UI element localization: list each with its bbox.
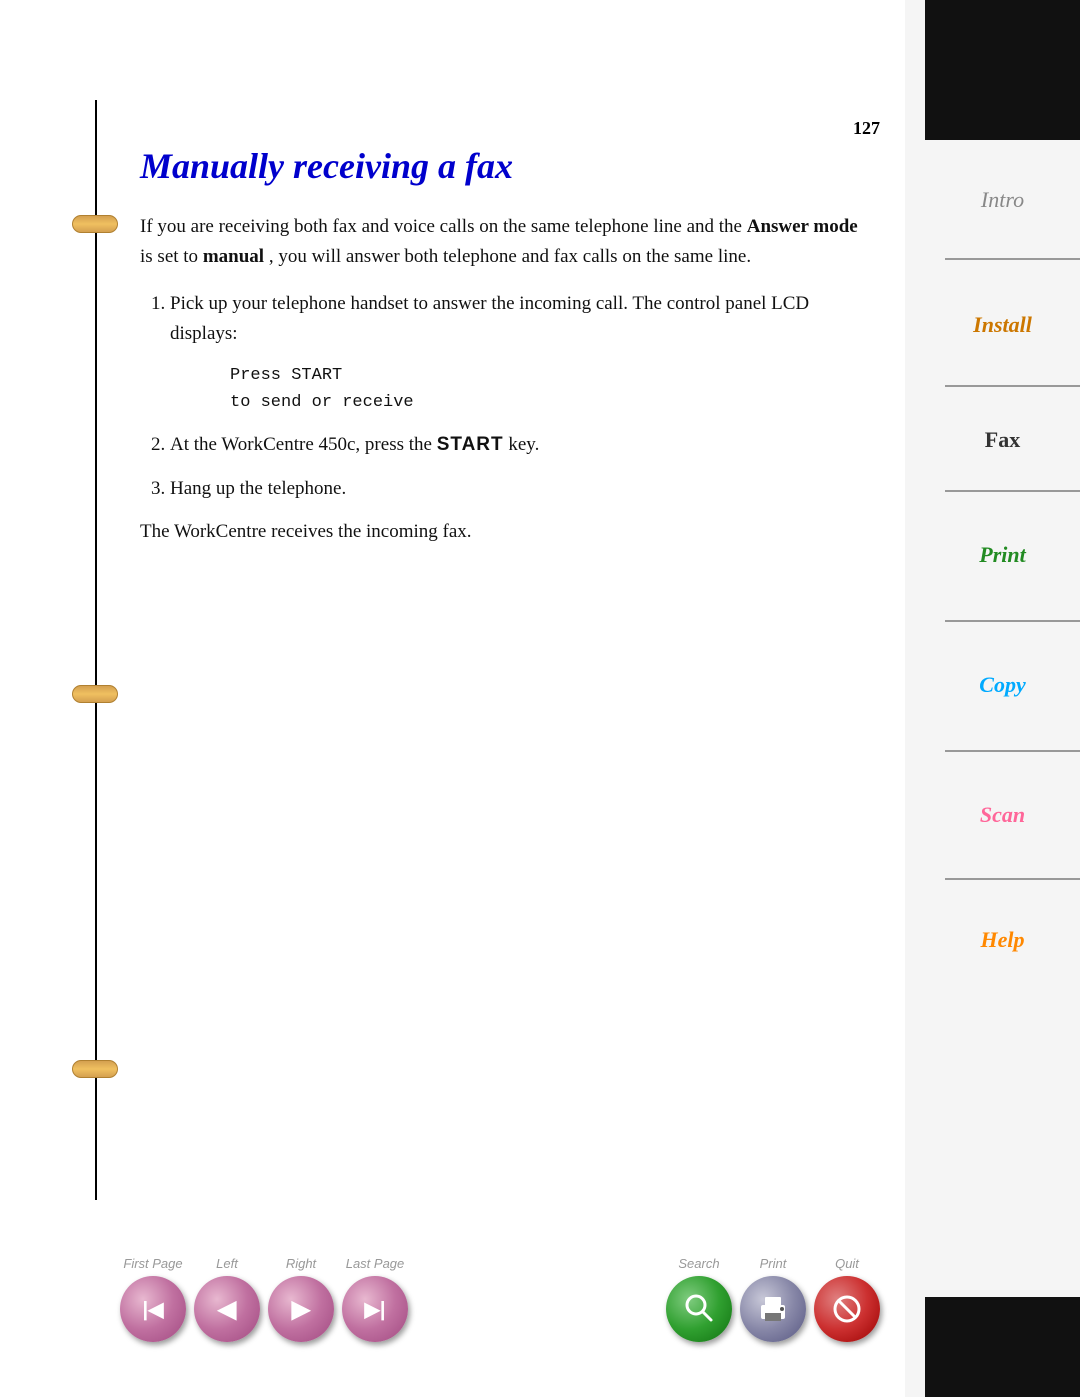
sidebar-item-print[interactable]: Print <box>925 510 1080 600</box>
closing-text: The WorkCentre receives the incoming fax… <box>140 521 472 542</box>
nav-bar: First Page |◀ Left ◀ Right ▶ Last Page ▶… <box>120 1256 880 1342</box>
left-label: Left <box>216 1256 238 1271</box>
intro-text-middle: is set to <box>140 246 203 267</box>
intro-paragraph: If you are receiving both fax and voice … <box>140 212 860 271</box>
binder-ring-2 <box>72 685 118 703</box>
tab-divider-5 <box>945 750 1080 752</box>
tab-divider-1 <box>945 258 1080 260</box>
sidebar-item-help[interactable]: Help <box>925 895 1080 985</box>
left-button[interactable]: ◀ <box>194 1276 260 1342</box>
left-nav: Left ◀ <box>194 1256 260 1342</box>
help-label: Help <box>981 927 1025 953</box>
scan-label: Scan <box>980 802 1025 828</box>
last-page-icon: ▶| <box>365 1297 386 1322</box>
answer-mode-bold: Answer mode <box>747 216 858 237</box>
print-nav: Print <box>740 1256 806 1342</box>
search-nav: Search <box>666 1256 732 1342</box>
quit-nav: Quit <box>814 1256 880 1342</box>
sidebar-item-copy[interactable]: Copy <box>925 640 1080 730</box>
manual-bold: manual <box>203 246 264 267</box>
search-icon <box>681 1291 717 1327</box>
sidebar-bottom-block <box>925 1297 1080 1397</box>
left-arrow-icon: ◀ <box>218 1295 236 1324</box>
copy-label: Copy <box>979 672 1025 698</box>
sidebar-item-fax[interactable]: Fax <box>925 405 1080 475</box>
sidebar-item-install[interactable]: Install <box>925 280 1080 370</box>
step-1: Pick up your telephone handset to answer… <box>170 289 860 416</box>
first-page-icon: |◀ <box>143 1297 164 1322</box>
quit-label: Quit <box>835 1256 859 1271</box>
right-nav: Right ▶ <box>268 1256 334 1342</box>
right-label: Right <box>286 1256 316 1271</box>
code-line-2: to send or receive <box>230 389 860 416</box>
main-content: Manually receiving a fax If you are rece… <box>120 145 880 547</box>
lcd-display: Press START to send or receive <box>230 362 860 416</box>
first-page-label: First Page <box>123 1256 182 1271</box>
tab-divider-6 <box>945 878 1080 880</box>
intro-text-start: If you are receiving both fax and voice … <box>140 216 742 237</box>
step-2: At the WorkCentre 450c, press the START … <box>170 430 860 459</box>
last-page-button[interactable]: ▶| <box>342 1276 408 1342</box>
first-page-nav: First Page |◀ <box>120 1256 186 1342</box>
tab-divider-4 <box>945 620 1080 622</box>
tab-divider-2 <box>945 385 1080 387</box>
page-title: Manually receiving a fax <box>140 145 860 188</box>
last-page-nav: Last Page ▶| <box>342 1256 408 1342</box>
step-1-text: Pick up your telephone handset to answer… <box>170 293 809 343</box>
binder-line <box>95 100 97 1200</box>
step-3-text: Hang up the telephone. <box>170 478 346 499</box>
print-icon <box>755 1291 791 1327</box>
steps-list: Pick up your telephone handset to answer… <box>170 289 860 503</box>
quit-button[interactable] <box>814 1276 880 1342</box>
last-page-label: Last Page <box>346 1256 405 1271</box>
intro-label: Intro <box>981 187 1024 213</box>
sidebar-item-intro[interactable]: Intro <box>925 155 1080 245</box>
install-label: Install <box>973 312 1032 338</box>
binder-ring-3 <box>72 1060 118 1078</box>
step-3: Hang up the telephone. <box>170 474 860 503</box>
closing-paragraph: The WorkCentre receives the incoming fax… <box>140 517 860 546</box>
print-button[interactable] <box>740 1276 806 1342</box>
fax-label: Fax <box>985 427 1020 453</box>
quit-icon <box>829 1291 865 1327</box>
page-number: 127 <box>853 118 880 139</box>
code-line-1: Press START <box>230 362 860 389</box>
search-label: Search <box>678 1256 719 1271</box>
sidebar: Intro Install Fax Print Copy Scan Help <box>905 0 1080 1397</box>
print-label: Print <box>979 542 1025 568</box>
binder-ring-1 <box>72 215 118 233</box>
sidebar-top-block <box>925 0 1080 140</box>
print-nav-label: Print <box>760 1256 787 1271</box>
right-arrow-icon: ▶ <box>292 1295 310 1324</box>
first-page-button[interactable]: |◀ <box>120 1276 186 1342</box>
tab-divider-3 <box>945 490 1080 492</box>
intro-text-end: , you will answer both telephone and fax… <box>269 246 751 267</box>
search-button[interactable] <box>666 1276 732 1342</box>
right-button[interactable]: ▶ <box>268 1276 334 1342</box>
sidebar-item-scan[interactable]: Scan <box>925 770 1080 860</box>
